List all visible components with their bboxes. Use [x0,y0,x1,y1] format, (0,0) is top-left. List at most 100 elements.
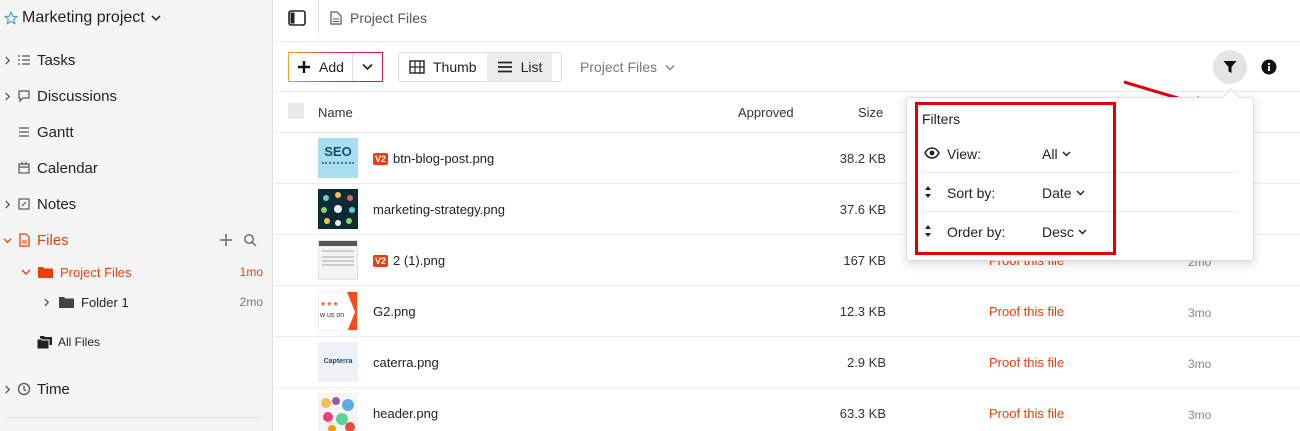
sidebar-item-label: Files [37,231,69,249]
file-size: 167 KB [843,253,886,268]
list-label: List [520,59,543,75]
sidebar-item-time[interactable]: Time [0,377,273,401]
notes-icon [18,198,30,210]
chevron-right-icon[interactable] [3,55,12,65]
file-name[interactable]: V2 2 (1).png [373,253,445,268]
thumb-label: Thumb [433,59,477,75]
file-thumbnail: ★★★ w us on [318,291,358,331]
chevron-down-icon [665,64,675,71]
grid-icon [409,60,425,74]
tree-item-label: Project Files [60,264,132,280]
toolbar: Add Thumb List Project Files [274,42,1300,110]
version-badge: V2 [373,152,389,165]
add-dropdown-button[interactable] [353,63,382,71]
sidebar-item-label: Discussions [37,87,118,105]
plus-icon [298,61,310,73]
add-button[interactable]: Add [289,53,353,81]
file-icon [19,233,30,247]
star-icon[interactable] [4,11,18,25]
view-toggle: Thumb List [398,52,562,82]
version-badge: V2 [373,254,389,267]
info-icon[interactable] [1261,59,1277,75]
project-title: Marketing project [22,9,145,26]
sidebar-item-label: Gantt [37,123,74,141]
file-thumbnail [318,240,358,280]
speech-bubble-icon [18,90,30,103]
search-icon[interactable] [243,233,257,247]
calendar-icon [18,162,30,174]
column-header-name[interactable]: Name [318,105,353,120]
sidebar-item-discussions[interactable]: Discussions [0,84,273,108]
clock-icon [17,382,31,396]
tree-item-all-files[interactable]: All Files [0,332,273,352]
file-time: 3mo [1188,408,1212,422]
file-size: 63.3 KB [839,406,886,421]
gantt-icon [19,127,29,137]
file-name[interactable]: G2.png [373,304,416,319]
file-thumbnail: Capterra [318,342,358,382]
divider [318,0,319,34]
proof-link[interactable]: Proof this file [989,355,1064,370]
tree-item-label: Folder 1 [81,294,129,310]
thumbnail-text: w us on [320,312,345,319]
chevron-right-icon[interactable] [42,297,51,307]
file-thumbnail [318,189,358,229]
sidebar-item-files[interactable]: Files [0,228,273,252]
folder-icon [59,297,74,308]
annotation-highlight [915,102,1116,255]
column-header-size[interactable]: Size [858,105,883,120]
breadcrumb-bar: Project Files [274,0,1300,42]
file-size: 12.3 KB [839,304,886,319]
file-name-text: marketing-strategy.png [373,202,505,217]
table-row[interactable]: Capterra caterra.png 2.9 KB Proof this f… [274,337,1300,388]
sidebar-item-tasks[interactable]: Tasks [0,48,273,72]
sidebar-toggle-icon[interactable] [288,10,306,26]
list-icon [497,61,512,73]
list-view-button[interactable]: List [486,53,553,81]
proof-link[interactable]: Proof this file [989,406,1064,421]
sidebar-item-calendar[interactable]: Calendar [0,156,273,180]
table-row[interactable]: header.png 63.3 KB Proof this file 3mo [274,388,1300,431]
files-actions [219,233,257,247]
chevron-down-icon[interactable] [21,267,31,277]
proof-link[interactable]: Proof this file [989,304,1064,319]
file-name[interactable]: V2 btn-blog-post.png [373,151,494,166]
sidebar-item-label: Tasks [37,51,76,69]
file-time: 3mo [1188,306,1212,320]
chevron-right-icon[interactable] [3,91,12,101]
chevron-right-icon[interactable] [3,199,12,209]
file-name[interactable]: marketing-strategy.png [373,202,505,217]
sidebar: Marketing project Tasks Discussions Gant… [0,0,273,431]
sidebar-item-notes[interactable]: Notes [0,192,273,216]
sidebar-item-gantt[interactable]: Gantt [0,120,273,144]
sidebar-item-label: Time [37,380,70,398]
file-name-text: G2.png [373,304,416,319]
breadcrumb-current[interactable]: Project Files [350,10,427,26]
filter-button[interactable] [1213,50,1247,84]
thumb-view-button[interactable]: Thumb [399,53,487,81]
file-name[interactable]: caterra.png [373,355,439,370]
chevron-down-icon[interactable] [3,236,12,245]
file-name[interactable]: header.png [373,406,438,421]
file-size: 37.6 KB [839,202,886,217]
filter-icon [1223,61,1237,73]
plus-icon[interactable] [219,233,233,247]
file-name-text: header.png [373,406,439,421]
tree-item-time: 2mo [239,295,263,309]
thumbnail-text: Capterra [323,358,353,365]
sidebar-item-label: Calendar [37,159,98,177]
add-button-label: Add [319,59,344,75]
file-name-text: caterra.png [373,355,439,370]
file-thumbnail: SEO [318,138,358,178]
file-size: 2.9 KB [846,355,886,370]
select-all-checkbox[interactable] [288,103,304,119]
folder-select[interactable]: Project Files [580,59,675,75]
file-name-text: btn-blog-post.png [393,151,495,166]
file-name-text: 2 (1).png [393,253,446,268]
project-switcher[interactable]: Marketing project [4,6,161,30]
tree-item-project-files[interactable]: Project Files 1mo [0,262,273,282]
chevron-right-icon[interactable] [3,384,12,394]
tree-item-folder-1[interactable]: Folder 1 2mo [0,292,273,312]
table-row[interactable]: ★★★ w us on G2.png 12.3 KB Proof this fi… [274,286,1300,337]
column-header-approved[interactable]: Approved [738,105,794,120]
